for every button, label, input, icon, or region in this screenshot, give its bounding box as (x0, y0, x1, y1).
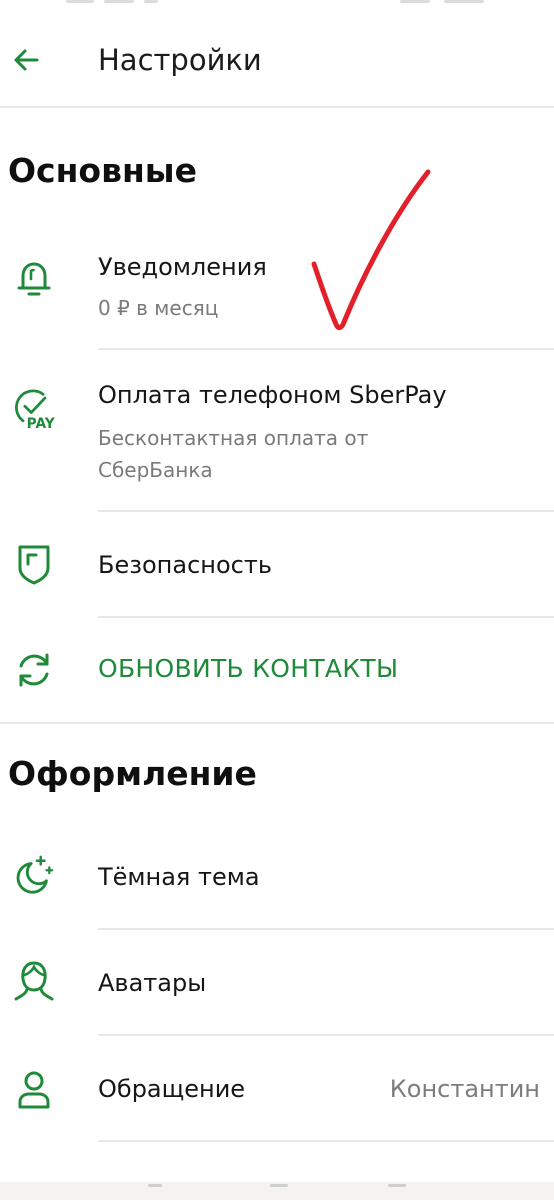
settings-item-label: Безопасность (98, 551, 272, 579)
section-divider (0, 722, 554, 724)
avatar-silhouette-icon (12, 960, 56, 1004)
settings-item-label: Обращение (98, 1075, 246, 1103)
section-title-main: Основные (8, 151, 197, 190)
settings-item-greeting[interactable]: Обращение Константин (0, 1036, 554, 1140)
greeting-value: Константин (389, 1075, 540, 1103)
shield-icon (12, 542, 56, 586)
back-button[interactable] (6, 40, 46, 80)
settings-screen: Настройки Основные Уведомления 0 ₽ в мес… (0, 0, 554, 1200)
arrow-left-icon (14, 49, 39, 71)
red-checkmark-annotation (311, 169, 431, 331)
svg-text:PAY: PAY (27, 416, 56, 432)
settings-item-label: Оплата телефоном SberPay (98, 381, 447, 409)
settings-item-notifications[interactable]: Уведомления 0 ₽ в месяц (0, 236, 554, 348)
update-contacts-label: ОБНОВИТЬ КОНТАКТЫ (98, 654, 399, 683)
settings-item-label: Тёмная тема (98, 863, 260, 891)
sberpay-icon: PAY (12, 386, 56, 432)
moon-stars-icon (12, 854, 56, 898)
divider (98, 1140, 554, 1142)
update-contacts-button[interactable]: ОБНОВИТЬ КОНТАКТЫ (0, 618, 554, 722)
app-bar: Настройки (0, 0, 554, 108)
settings-item-dark-theme[interactable]: Тёмная тема (0, 826, 554, 928)
settings-item-subtitle: Бесконтактная оплата от СберБанка (98, 426, 369, 482)
settings-item-security[interactable]: Безопасность (0, 512, 554, 616)
settings-item-sberpay[interactable]: PAY Оплата телефоном SberPay Бесконтактн… (0, 350, 554, 510)
user-icon (12, 1068, 56, 1112)
settings-item-label: Аватары (98, 969, 207, 997)
refresh-icon (12, 648, 56, 692)
bell-icon (12, 256, 56, 300)
settings-item-label: Уведомления (98, 253, 267, 281)
section-title-appearance: Оформление (8, 754, 257, 793)
navigation-bar (0, 1182, 554, 1200)
settings-item-avatars[interactable]: Аватары (0, 930, 554, 1034)
page-title: Настройки (98, 43, 262, 77)
